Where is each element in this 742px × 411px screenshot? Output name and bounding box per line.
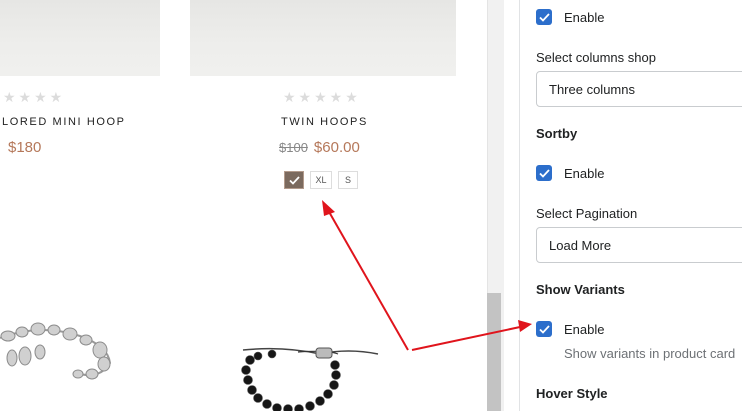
annotation-arrows bbox=[322, 200, 532, 351]
arrow-head-icon bbox=[322, 200, 335, 216]
annotation-arrow-line bbox=[411, 326, 521, 351]
arrow-head-icon bbox=[518, 320, 532, 332]
annotation-arrow-line bbox=[327, 209, 409, 351]
